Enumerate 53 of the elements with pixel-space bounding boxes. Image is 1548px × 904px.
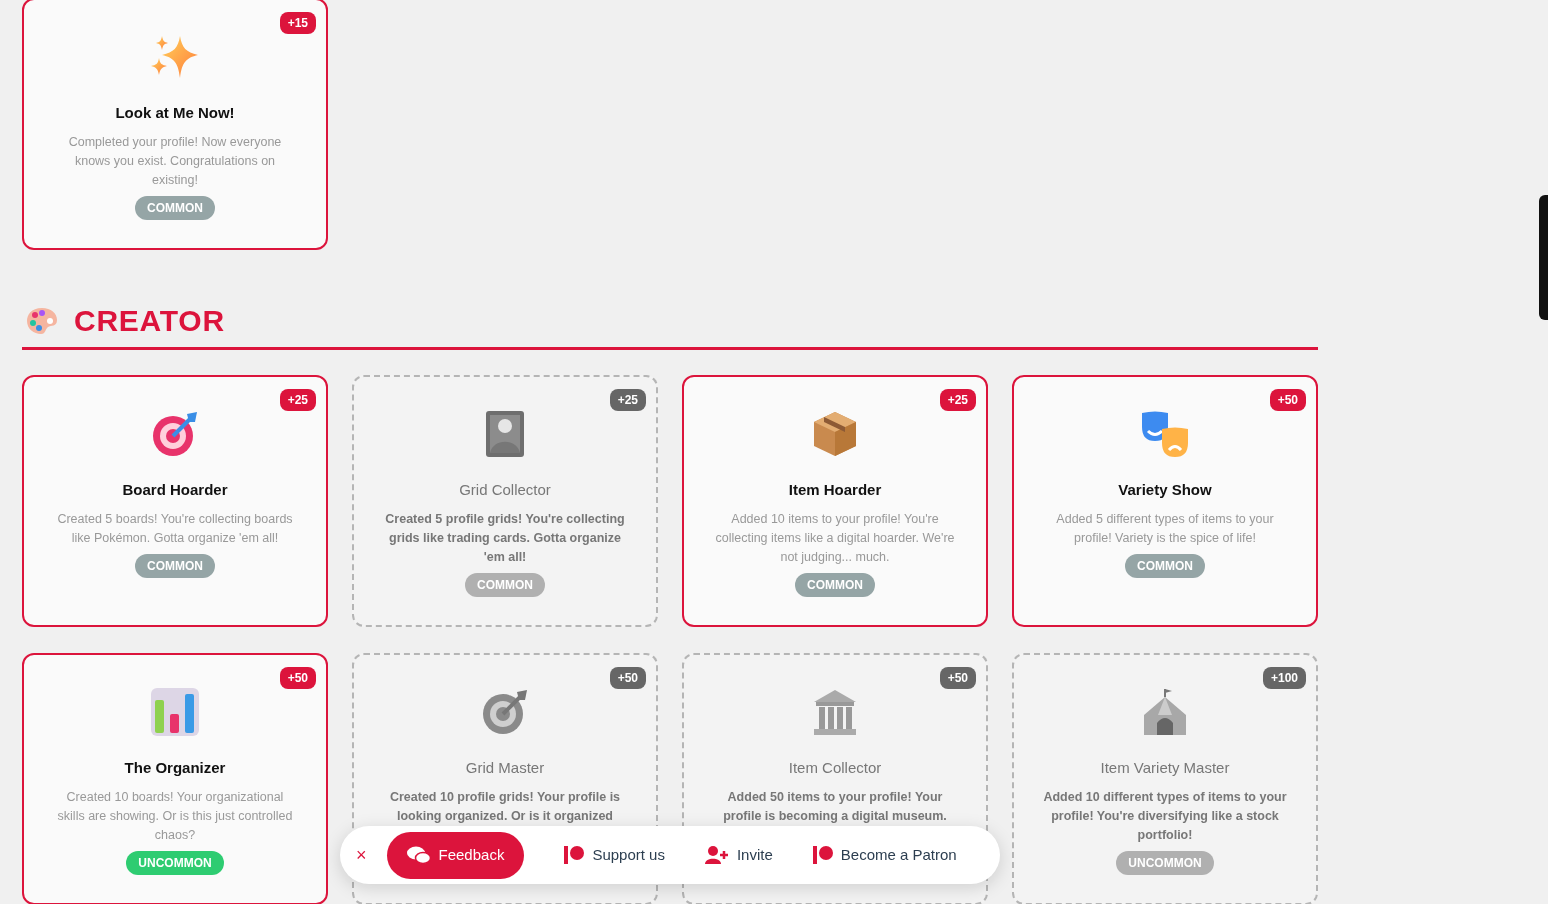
achievement-description: Created 10 boards! Your organizational skills are showing. Or is this just controlled chaos? bbox=[56, 788, 294, 844]
rarity-badge: COMMON bbox=[465, 572, 545, 597]
target-icon bbox=[481, 688, 529, 736]
achievement-title: Variety Show bbox=[1118, 480, 1212, 500]
points-badge: +100 bbox=[1262, 667, 1306, 689]
chat-bubbles-icon bbox=[406, 845, 431, 865]
bar-link[interactable]: Become a Patron bbox=[812, 843, 957, 867]
achievement-description: Added 10 different types of items to your profile! You're diversifying like a stock portfolio! bbox=[1042, 788, 1288, 844]
add-user-icon bbox=[704, 846, 729, 864]
achievement-title: Look at Me Now! bbox=[115, 103, 235, 123]
achievement-title: Item Collector bbox=[788, 758, 882, 778]
rarity-badge: UNCOMMON bbox=[1116, 850, 1214, 875]
classical-building-icon bbox=[812, 688, 858, 736]
achievement-title: The Organizer bbox=[124, 758, 226, 778]
achievement-description: Added 5 different types of items to your profile! Variety is the spice of life! bbox=[1055, 510, 1275, 547]
achievement-description: Created 5 profile grids! You're collecting grids like trading cards. Gotta organize 'em all! bbox=[384, 510, 626, 566]
patreon-icon bbox=[564, 846, 585, 864]
points-badge: +50 bbox=[939, 667, 976, 689]
target-icon bbox=[151, 410, 199, 458]
achievement-description: Added 10 items to your profile! You're collecting items like a digital hoarder. We're not judging... much. bbox=[714, 510, 956, 566]
rarity-badge: COMMON bbox=[135, 553, 215, 578]
achievement-description: Created 5 boards! You're collecting boards like Pokémon. Gotta organize 'em all! bbox=[56, 510, 294, 547]
points-badge: +15 bbox=[279, 12, 316, 34]
achievement-title: Board Hoarder bbox=[122, 480, 228, 500]
section-heading: CREATOR bbox=[74, 303, 225, 339]
circus-tent-icon bbox=[1142, 687, 1188, 737]
points-badge: +50 bbox=[1269, 389, 1306, 411]
palette-icon bbox=[26, 306, 58, 335]
patreon-icon bbox=[812, 846, 833, 864]
points-badge: +25 bbox=[279, 389, 316, 411]
achievement-description: Added 50 items to your profile! Your profile is becoming a digital museum. bbox=[722, 788, 948, 825]
achievement-title: Grid Collector bbox=[459, 480, 551, 500]
achievement-title: Item Variety Master bbox=[1100, 758, 1230, 778]
package-icon bbox=[812, 410, 858, 458]
close-button[interactable]: × bbox=[356, 841, 367, 869]
theater-masks-icon bbox=[1140, 409, 1190, 459]
achievement-title: Grid Master bbox=[465, 758, 545, 778]
rarity-badge: COMMON bbox=[135, 195, 215, 220]
feedback-button[interactable]: Feedback bbox=[386, 831, 525, 879]
bar-chart-icon bbox=[151, 688, 199, 736]
achievement-description: Completed your profile! Now everyone knows you exist. Congratulations on existing! bbox=[67, 133, 283, 189]
portrait-icon bbox=[485, 410, 525, 458]
rarity-badge: COMMON bbox=[1125, 553, 1205, 578]
rarity-badge: COMMON bbox=[795, 572, 875, 597]
points-badge: +50 bbox=[609, 667, 646, 689]
achievement-title: Item Hoarder bbox=[788, 480, 882, 500]
points-badge: +25 bbox=[609, 389, 646, 411]
bar-link[interactable]: Support us bbox=[564, 843, 665, 867]
rarity-badge: UNCOMMON bbox=[126, 850, 224, 875]
bar-link[interactable]: Invite bbox=[704, 843, 773, 867]
points-badge: +25 bbox=[939, 389, 976, 411]
points-badge: +50 bbox=[279, 667, 316, 689]
achievement-description: Created 10 profile grids! Your profile is looking organized. Or is it organized bbox=[388, 788, 622, 825]
